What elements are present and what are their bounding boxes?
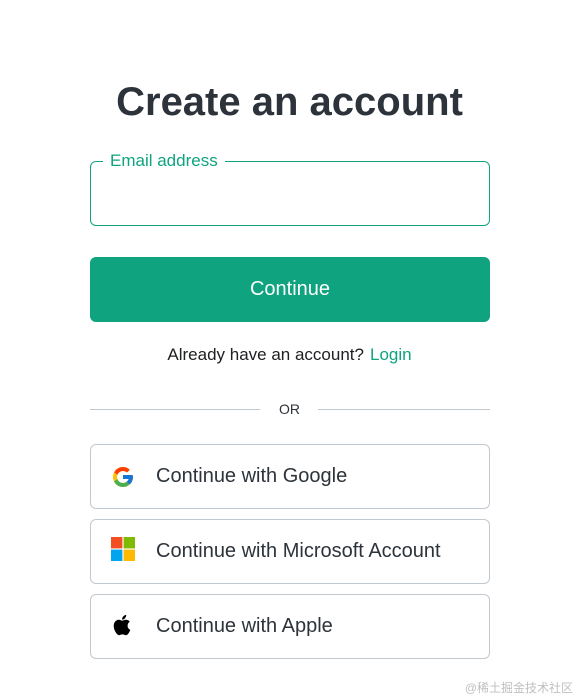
continue-with-google-button[interactable]: Continue with Google: [90, 444, 490, 509]
page-title: Create an account: [116, 80, 463, 124]
microsoft-button-label: Continue with Microsoft Account: [156, 540, 441, 562]
google-logo-icon: [111, 465, 135, 489]
continue-with-microsoft-button[interactable]: Continue with Microsoft Account: [90, 519, 490, 584]
watermark: @稀土掘金技术社区: [464, 681, 573, 695]
email-field[interactable]: Email address: [90, 151, 490, 226]
login-prompt-text: Already have an account?: [167, 345, 364, 364]
continue-button[interactable]: Continue: [90, 257, 490, 322]
email-field-label: Email address: [103, 151, 225, 171]
continue-with-apple-button[interactable]: Continue with Apple: [90, 594, 490, 659]
divider-or: OR: [279, 401, 300, 417]
apple-logo-icon: [111, 613, 135, 637]
google-button-label: Continue with Google: [156, 465, 348, 487]
email-input[interactable]: [107, 180, 471, 210]
login-prompt-row: Already have an account? Login: [0, 344, 579, 366]
microsoft-logo-icon: [111, 537, 135, 561]
divider-line-right: [318, 409, 490, 410]
login-link[interactable]: Login: [370, 345, 412, 364]
apple-button-label: Continue with Apple: [156, 615, 333, 637]
